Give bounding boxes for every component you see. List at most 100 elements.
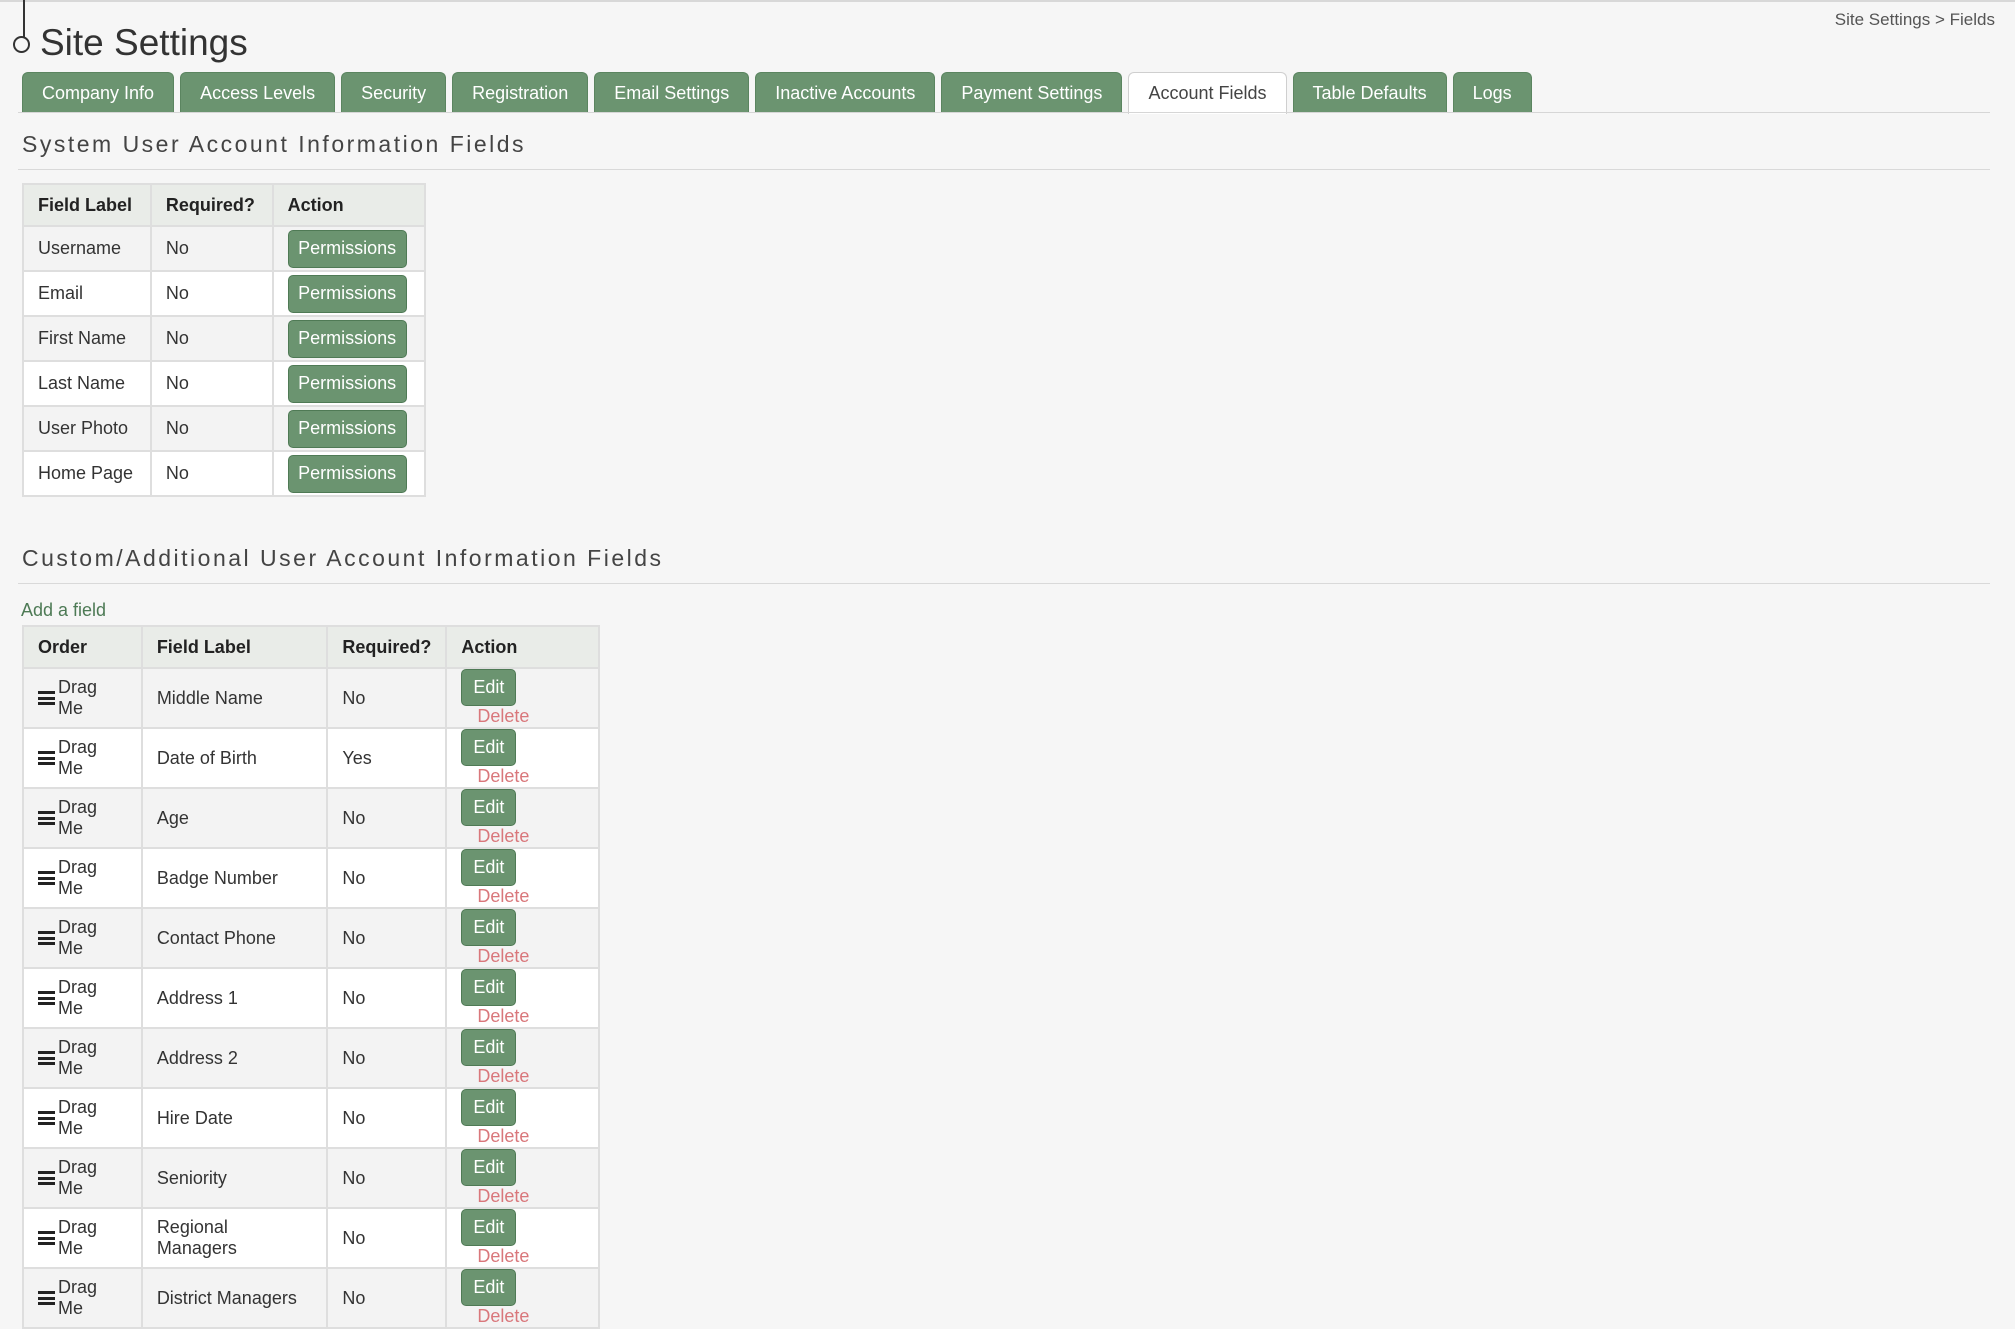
field-label-cell: Home Page (22, 450, 152, 497)
tabs-divider (18, 112, 1990, 113)
drag-handle[interactable]: Drag Me (38, 737, 127, 779)
table-row: Drag Me Seniority No EditDelete (22, 1147, 600, 1209)
table-row: Drag Me Address 1 No EditDelete (22, 967, 600, 1029)
required-cell: No (326, 1207, 448, 1269)
drag-handle-icon (38, 691, 55, 705)
edit-button[interactable]: Edit (461, 669, 517, 706)
drag-handle[interactable]: Drag Me (38, 857, 127, 899)
drag-handle[interactable]: Drag Me (38, 677, 127, 719)
edit-button[interactable]: Edit (461, 969, 517, 1006)
field-label-cell: Hire Date (140, 1087, 329, 1149)
order-cell: Drag Me (22, 667, 143, 729)
drag-handle-icon (38, 991, 55, 1005)
tab-company-info[interactable]: Company Info (22, 72, 175, 113)
required-cell: No (326, 1027, 448, 1089)
drag-label: Drag Me (57, 857, 97, 898)
table-row: Drag Me Badge Number No EditDelete (22, 847, 600, 909)
drag-handle[interactable]: Drag Me (38, 977, 127, 1019)
breadcrumb-site-settings-link[interactable]: Site Settings (1835, 10, 1930, 29)
table-row: Drag Me Middle Name No EditDelete (22, 667, 600, 729)
order-cell: Drag Me (22, 1147, 143, 1209)
required-cell: No (326, 1087, 448, 1149)
tab-table-defaults[interactable]: Table Defaults (1292, 72, 1447, 113)
tab-security[interactable]: Security (341, 72, 447, 113)
permissions-button[interactable]: Permissions (287, 364, 407, 403)
delete-link[interactable]: Delete (477, 1066, 529, 1086)
tab-account-fields[interactable]: Account Fields (1128, 72, 1287, 114)
delete-link[interactable]: Delete (477, 1306, 529, 1326)
drag-handle[interactable]: Drag Me (38, 1037, 127, 1079)
field-label-cell: Email (22, 270, 152, 317)
tab-registration[interactable]: Registration (452, 72, 589, 113)
title-timeline-dot (13, 36, 30, 53)
edit-button[interactable]: Edit (461, 729, 517, 766)
permissions-button[interactable]: Permissions (287, 454, 407, 493)
order-cell: Drag Me (22, 1207, 143, 1269)
field-label-cell: Address 2 (140, 1027, 329, 1089)
action-cell: EditDelete (445, 1147, 600, 1209)
delete-link[interactable]: Delete (477, 1186, 529, 1206)
drag-handle[interactable]: Drag Me (38, 797, 127, 839)
edit-button[interactable]: Edit (461, 1089, 517, 1126)
required-cell: Yes (326, 727, 448, 789)
edit-button[interactable]: Edit (461, 849, 517, 886)
required-cell: No (326, 1147, 448, 1209)
order-cell: Drag Me (22, 967, 143, 1029)
action-cell: EditDelete (445, 967, 600, 1029)
permissions-button[interactable]: Permissions (287, 274, 407, 313)
action-cell: EditDelete (445, 787, 600, 849)
table-header-row: Field Label Required? Action (22, 183, 427, 227)
permissions-button[interactable]: Permissions (287, 319, 407, 358)
custom-fields-heading: Custom/Additional User Account Informati… (22, 545, 664, 571)
tab-email-settings[interactable]: Email Settings (594, 72, 750, 113)
permissions-button[interactable]: Permissions (287, 229, 407, 268)
delete-link[interactable]: Delete (477, 706, 529, 726)
table-row: Username No Permissions (22, 225, 427, 272)
field-label-cell: Badge Number (140, 847, 329, 909)
drag-handle-icon (38, 751, 55, 765)
tab-logs[interactable]: Logs (1452, 72, 1532, 113)
edit-button[interactable]: Edit (461, 1029, 517, 1066)
drag-handle[interactable]: Drag Me (38, 1277, 127, 1319)
required-cell: No (326, 787, 448, 849)
action-cell: Permissions (271, 270, 427, 317)
field-label-cell: User Photo (22, 405, 152, 452)
column-header-field-label: Field Label (140, 625, 329, 669)
field-label-cell: Date of Birth (140, 727, 329, 789)
title-timeline-line (23, 0, 25, 40)
drag-handle[interactable]: Drag Me (38, 1157, 127, 1199)
delete-link[interactable]: Delete (477, 1006, 529, 1026)
delete-link[interactable]: Delete (477, 886, 529, 906)
delete-link[interactable]: Delete (477, 766, 529, 786)
tab-payment-settings[interactable]: Payment Settings (941, 72, 1123, 113)
field-label-cell: Regional Managers (140, 1207, 329, 1269)
permissions-button[interactable]: Permissions (287, 409, 407, 448)
action-cell: EditDelete (445, 1087, 600, 1149)
tab-access-levels[interactable]: Access Levels (180, 72, 336, 113)
table-row: Drag Me Date of Birth Yes EditDelete (22, 727, 600, 789)
delete-link[interactable]: Delete (477, 826, 529, 846)
drag-handle[interactable]: Drag Me (38, 917, 127, 959)
drag-handle[interactable]: Drag Me (38, 1217, 127, 1259)
column-header-field-label: Field Label (22, 183, 152, 227)
required-cell: No (326, 667, 448, 729)
delete-link[interactable]: Delete (477, 1246, 529, 1266)
drag-label: Drag Me (57, 737, 97, 778)
edit-button[interactable]: Edit (461, 1209, 517, 1246)
edit-button[interactable]: Edit (461, 909, 517, 946)
edit-button[interactable]: Edit (461, 1149, 517, 1186)
table-row: Drag Me District Managers No EditDelete (22, 1267, 600, 1329)
drag-handle[interactable]: Drag Me (38, 1097, 127, 1139)
tab-inactive-accounts[interactable]: Inactive Accounts (755, 72, 936, 113)
column-header-order: Order (22, 625, 143, 669)
edit-button[interactable]: Edit (461, 1269, 517, 1306)
add-field-link[interactable]: Add a field (21, 600, 106, 621)
edit-button[interactable]: Edit (461, 789, 517, 826)
delete-link[interactable]: Delete (477, 946, 529, 966)
action-cell: EditDelete (445, 1267, 600, 1329)
custom-fields-divider (18, 583, 1990, 584)
drag-label: Drag Me (57, 977, 97, 1018)
delete-link[interactable]: Delete (477, 1126, 529, 1146)
action-cell: Permissions (271, 360, 427, 407)
drag-handle-icon (38, 1111, 55, 1125)
